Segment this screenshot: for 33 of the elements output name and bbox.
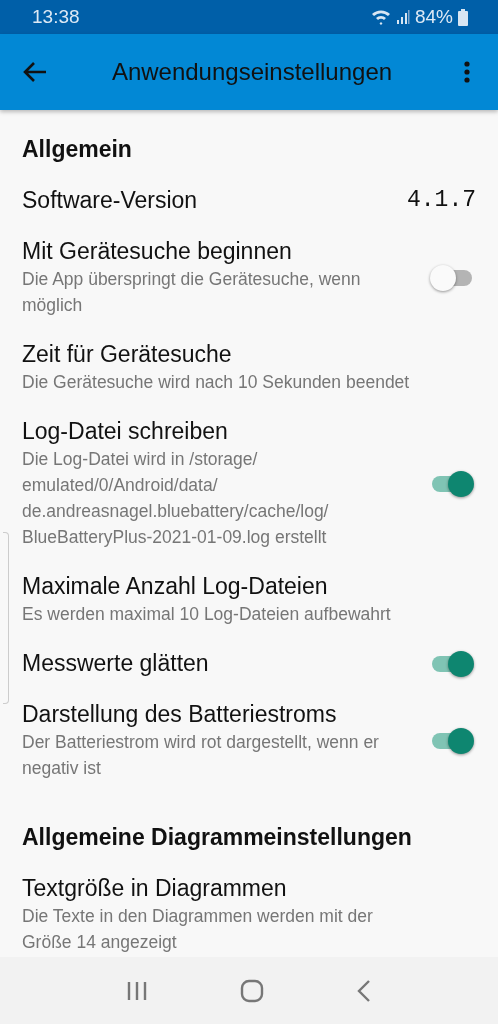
setting-title[interactable]: Textgröße in Diagrammen bbox=[22, 873, 287, 903]
setting-title[interactable]: Darstellung des Batteriestroms bbox=[22, 699, 337, 729]
setting-summary: Die Log-Datei wird in /storage/ emulated/0/Android/data/ de.andreasnagel.bluebattery/cache/log/ BlueBatteryPlus-2021-01-09.log erstellt bbox=[22, 448, 330, 549]
setting-title[interactable]: Software-Version bbox=[22, 185, 198, 215]
back-icon[interactable] bbox=[22, 61, 48, 83]
screen-title: Anwendungseinstellungen bbox=[110, 58, 394, 86]
recent-apps-icon[interactable] bbox=[126, 979, 148, 1002]
toggle-switch[interactable] bbox=[430, 469, 474, 497]
back-nav-icon[interactable] bbox=[356, 978, 372, 1003]
setting-title[interactable]: Log-Datei schreiben bbox=[22, 416, 228, 446]
more-options-icon[interactable] bbox=[464, 61, 470, 83]
setting-summary: Die Texte in den Diagrammen werden mit der Größe 14 angezeigt bbox=[22, 905, 374, 954]
wifi-icon bbox=[370, 9, 391, 25]
toggle-switch[interactable] bbox=[430, 263, 474, 291]
setting-summary: Die Gerätesuche wird nach 10 Sekunden beendet bbox=[22, 371, 410, 394]
setting-summary: Es werden maximal 10 Log-Dateien aufbewahrt bbox=[22, 603, 391, 626]
setting-title[interactable]: Maximale Anzahl Log-Dateien bbox=[22, 571, 328, 601]
signal-icon bbox=[395, 10, 410, 24]
setting-title[interactable]: Messwerte glätten bbox=[22, 648, 209, 678]
toggle-switch[interactable] bbox=[430, 726, 474, 754]
battery-icon bbox=[458, 8, 468, 26]
edge-panel-handle[interactable] bbox=[3, 532, 9, 704]
setting-title[interactable]: Mit Gerätesuche beginnen bbox=[22, 236, 292, 266]
setting-summary: Die App überspringt die Gerätesuche, wenn möglich bbox=[22, 268, 362, 317]
setting-value: 4.1.7 bbox=[407, 187, 476, 213]
section-header: Allgemein bbox=[22, 135, 133, 164]
home-icon[interactable] bbox=[240, 978, 264, 1003]
status-time: 13:38 bbox=[32, 6, 80, 28]
toggle-switch[interactable] bbox=[430, 649, 474, 677]
battery-percent: 84% bbox=[414, 6, 453, 28]
setting-title[interactable]: Zeit für Gerätesuche bbox=[22, 339, 232, 369]
setting-summary: Der Batteriestrom wird rot dargestellt, wenn er negativ ist bbox=[22, 731, 380, 780]
section-header: Allgemeine Diagrammeinstellungen bbox=[22, 823, 413, 852]
